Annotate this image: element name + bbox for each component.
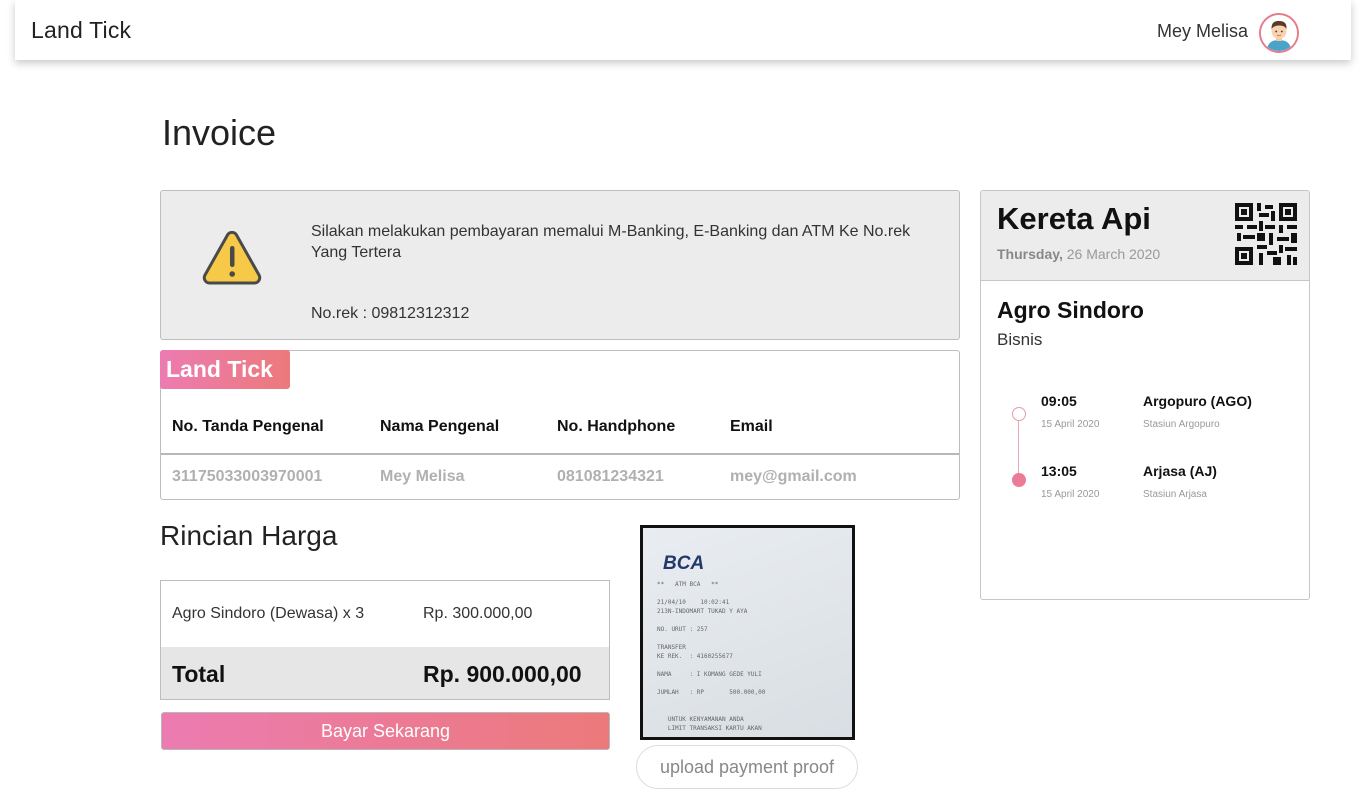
cell-id-number: 31175033003970001 xyxy=(172,468,323,485)
warning-triangle-icon xyxy=(202,230,262,285)
ticket-day: Thursday, xyxy=(997,246,1063,262)
departure-station-sub: Stasiun Argopuro xyxy=(1143,419,1220,430)
arrival-station: Arjasa (AJ) xyxy=(1143,463,1217,479)
account-number: No.rek : 09812312312 xyxy=(311,305,470,322)
ticket-date: Thursday, 26 March 2020 xyxy=(997,246,1160,262)
price-item-value: Rp. 300.000,00 xyxy=(423,605,533,622)
header-email: Email xyxy=(730,418,773,435)
arrival-dot-icon xyxy=(1012,473,1026,487)
header-name: Nama Pengenal xyxy=(380,418,500,435)
upload-payment-proof-button[interactable]: upload payment proof xyxy=(636,745,858,789)
ticket-date-value: 26 March 2020 xyxy=(1066,246,1161,262)
departure-dot-icon xyxy=(1012,407,1026,421)
total-label: Total xyxy=(172,661,226,687)
total-value: Rp. 900.000,00 xyxy=(423,661,582,687)
table-divider xyxy=(161,453,959,455)
ticket-header: Kereta Api Thursday, 26 March 2020 xyxy=(981,191,1309,281)
avatar[interactable] xyxy=(1259,13,1299,53)
departure-time: 09:05 xyxy=(1041,393,1077,409)
land-tick-tag: Land Tick xyxy=(160,350,290,389)
payment-notice: Silakan melakukan pembayaran memalui M-B… xyxy=(160,190,960,340)
header-id-number: No. Tanda Pengenal xyxy=(172,418,324,435)
train-class: Bisnis xyxy=(997,330,1043,349)
user-avatar-icon xyxy=(1261,15,1297,51)
cell-phone: 081081234321 xyxy=(557,468,664,485)
notice-message: Silakan melakukan pembayaran memalui M-B… xyxy=(311,223,911,261)
arrival-date: 15 April 2020 xyxy=(1041,489,1100,500)
brand-logo[interactable]: Land Tick xyxy=(31,17,131,44)
payment-proof-image: BCA ** ATM BCA ** 21/04/10 10:02:41 213N… xyxy=(640,525,855,740)
price-details-title: Rincian Harga xyxy=(160,520,338,551)
ticket-card: Kereta Api Thursday, 26 March 2020 Agro … xyxy=(980,190,1310,600)
cell-name: Mey Melisa xyxy=(380,468,465,485)
timeline-line xyxy=(1018,417,1019,479)
total-row: Total Rp. 900.000,00 xyxy=(161,647,609,699)
passenger-table: Land Tick No. Tanda Pengenal Nama Pengen… xyxy=(160,350,960,500)
ticket-title: Kereta Api xyxy=(997,201,1151,236)
departure-station: Argopuro (AGO) xyxy=(1143,393,1252,409)
price-item-label: Agro Sindoro (Dewasa) x 3 xyxy=(172,605,365,622)
cell-email: mey@gmail.com xyxy=(730,468,857,485)
pay-now-button[interactable]: Bayar Sekarang xyxy=(161,712,610,750)
arrival-station-sub: Stasiun Arjasa xyxy=(1143,489,1207,500)
price-details-box: Agro Sindoro (Dewasa) x 3 Rp. 300.000,00… xyxy=(160,580,610,700)
train-name: Agro Sindoro xyxy=(997,297,1144,323)
receipt-text: ** ATM BCA ** 21/04/10 10:02:41 213N-IND… xyxy=(657,581,766,732)
navbar: Land Tick Mey Melisa xyxy=(15,0,1351,60)
arrival-time: 13:05 xyxy=(1041,463,1077,479)
page-title: Invoice xyxy=(162,112,277,153)
header-phone: No. Handphone xyxy=(557,418,676,435)
bca-logo: BCA xyxy=(663,553,705,574)
departure-date: 15 April 2020 xyxy=(1041,419,1100,430)
user-name[interactable]: Mey Melisa xyxy=(1157,21,1248,42)
qr-code-icon xyxy=(1235,203,1297,265)
